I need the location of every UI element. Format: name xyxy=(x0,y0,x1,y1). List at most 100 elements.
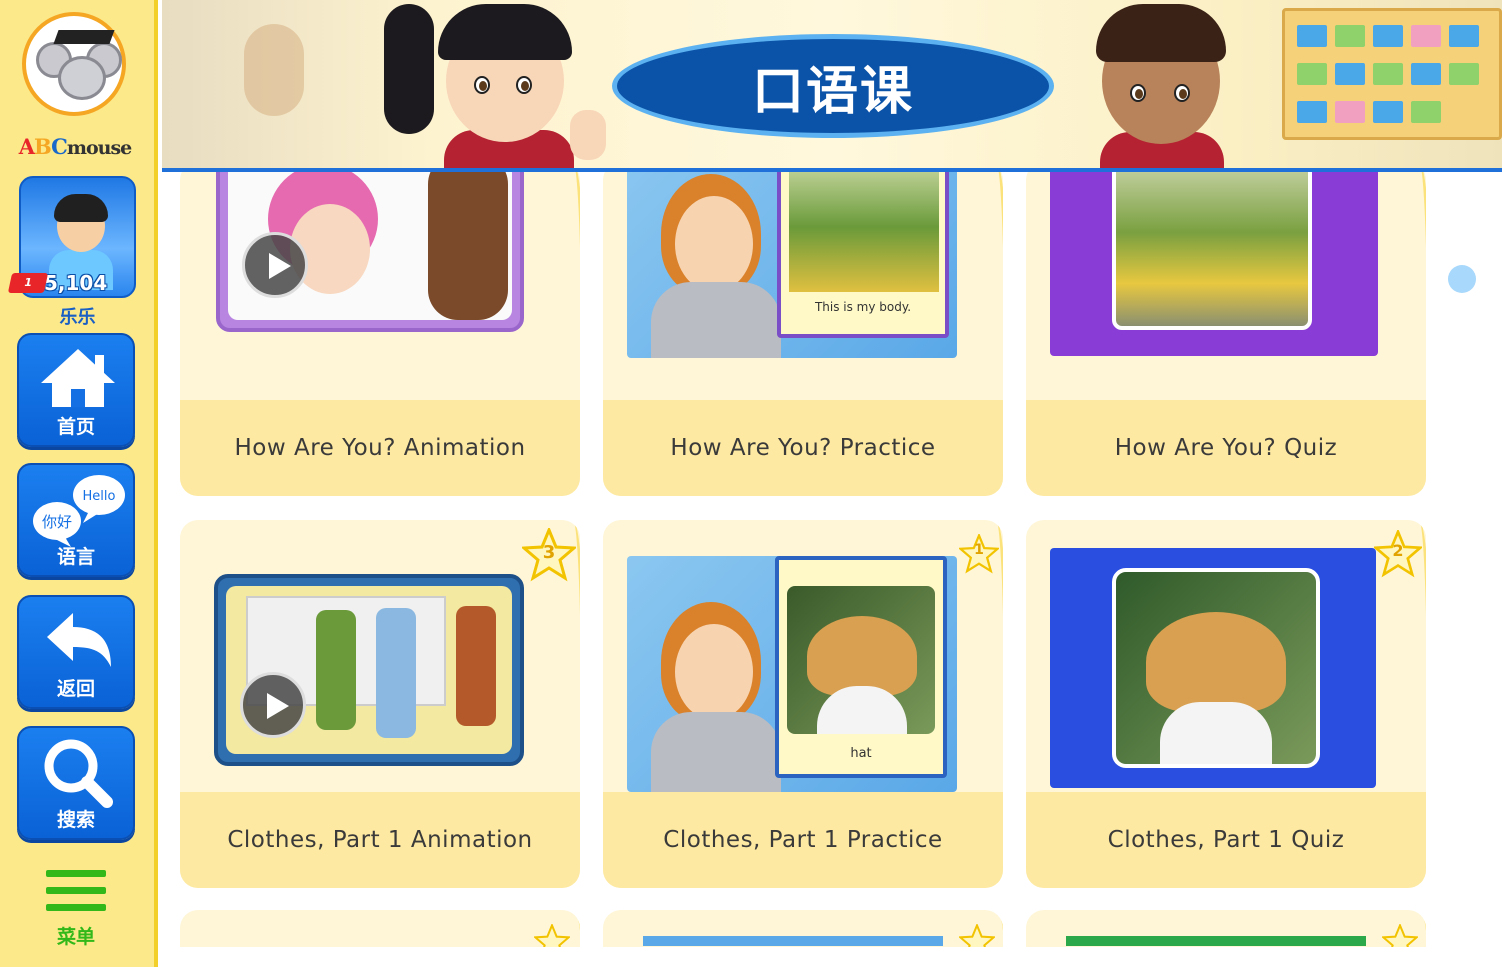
thumbnail-edge xyxy=(1066,936,1366,946)
boy-eye xyxy=(1174,84,1190,102)
language-button[interactable]: Hello 你好 语言 xyxy=(17,463,135,577)
book xyxy=(1411,25,1441,47)
girl-ponytail xyxy=(384,4,434,134)
character-hair-side xyxy=(428,172,508,320)
lesson-card-partial[interactable] xyxy=(1026,910,1426,947)
lesson-card-how-are-you-quiz[interactable]: How Are You? Quiz xyxy=(1026,172,1426,496)
teacher-face xyxy=(675,196,753,292)
card-caption-area: Clothes, Part 1 Practice xyxy=(603,792,1003,888)
lesson-card-partial[interactable] xyxy=(603,910,1003,947)
lesson-card-how-are-you-animation[interactable]: How Are You? Animation xyxy=(180,172,580,496)
lesson-card-how-are-you-practice[interactable]: This is my body. How Are You? Practice xyxy=(603,172,1003,496)
quiz-photo xyxy=(1112,172,1312,330)
thumbnail-edge xyxy=(643,936,943,946)
card-title: How Are You? Practice xyxy=(670,435,936,461)
star-count: 3 xyxy=(542,542,556,563)
card-caption-area: Clothes, Part 1 Animation xyxy=(180,792,580,888)
card-title: Clothes, Part 1 Practice xyxy=(663,827,943,853)
graduation-cap-icon xyxy=(53,30,115,44)
book-card: hat xyxy=(775,556,947,778)
girl-hair xyxy=(438,4,572,60)
menu-label: 菜单 xyxy=(56,926,95,948)
book-photo xyxy=(787,586,935,734)
card-caption-area: Clothes, Part 1 Quiz xyxy=(1026,792,1426,888)
search-label: 搜索 xyxy=(56,809,95,831)
video-thumbnail xyxy=(214,574,524,766)
practice-thumbnail: hat xyxy=(627,556,957,792)
book xyxy=(1411,63,1441,85)
book xyxy=(1373,63,1403,85)
book xyxy=(1411,101,1441,123)
video-thumbnail xyxy=(216,172,524,332)
avatar-hair xyxy=(54,194,108,222)
card-caption-area: How Are You? Practice xyxy=(603,400,1003,496)
scroll-indicator[interactable] xyxy=(1448,265,1476,293)
boy-eye xyxy=(1130,84,1146,102)
girl-character-illustration xyxy=(384,0,624,170)
boy-character-illustration xyxy=(1082,0,1242,170)
play-icon xyxy=(240,672,306,738)
lesson-card-clothes-part-1-practice[interactable]: hat 1 Clothes, Part 1 Practice xyxy=(603,520,1003,888)
logo-word-mouse: mouse xyxy=(66,137,132,159)
book xyxy=(1449,25,1479,47)
lesson-card-clothes-part-1-animation[interactable]: 3 Clothes, Part 1 Animation xyxy=(180,520,580,888)
search-icon xyxy=(44,739,113,808)
mouse-head xyxy=(58,56,106,100)
book xyxy=(1335,63,1365,85)
book-caption: hat xyxy=(850,746,872,761)
quiz-thumbnail xyxy=(1050,548,1376,788)
bookshelf-decoration xyxy=(1282,8,1502,140)
video-character xyxy=(456,606,496,726)
search-button[interactable]: 搜索 xyxy=(17,726,135,840)
home-button[interactable]: 首页 xyxy=(17,333,135,447)
star-icon xyxy=(532,922,572,947)
quiz-photo xyxy=(1112,568,1320,768)
book-photo xyxy=(789,172,939,292)
video-character xyxy=(376,608,416,738)
practice-thumbnail: This is my body. xyxy=(627,172,957,358)
user-name: 乐乐 xyxy=(59,307,96,328)
abcmouse-logo[interactable]: ABCmouse xyxy=(14,8,134,159)
card-caption-area: How Are You? Animation xyxy=(180,400,580,496)
logo-letter-c: C xyxy=(51,134,68,159)
menu-button[interactable]: 菜单 xyxy=(30,866,122,956)
points-value: 5,104 xyxy=(44,271,108,295)
home-icon xyxy=(41,349,115,407)
child-shirt xyxy=(1160,702,1272,764)
lesson-card-partial[interactable] xyxy=(180,910,580,947)
play-icon xyxy=(242,232,308,298)
menu-icon xyxy=(46,870,106,877)
logo-letter-b: B xyxy=(34,134,52,159)
guitar-decoration xyxy=(244,24,304,116)
page-title: 口语课 xyxy=(751,61,914,122)
book xyxy=(1297,25,1327,47)
menu-icon-bar xyxy=(46,887,106,894)
book xyxy=(1297,101,1327,123)
book xyxy=(1297,63,1327,85)
teacher-face xyxy=(675,624,753,720)
card-caption-area: How Are You? Quiz xyxy=(1026,400,1426,496)
logo-wordmark: ABCmouse xyxy=(10,134,140,159)
back-icon xyxy=(47,613,111,667)
book-card: This is my body. xyxy=(777,172,949,338)
card-title: How Are You? Quiz xyxy=(1114,435,1338,461)
star-icon: 2 xyxy=(1372,528,1424,578)
video-character xyxy=(316,610,356,730)
home-label: 首页 xyxy=(56,416,95,438)
star-count: 1 xyxy=(974,542,984,558)
girl-waving-hand xyxy=(570,110,606,160)
girl-eye xyxy=(474,76,490,94)
logo-emblem xyxy=(22,12,126,116)
lesson-card-clothes-part-1-quiz[interactable]: 2 Clothes, Part 1 Quiz xyxy=(1026,520,1426,888)
language-label: 语言 xyxy=(56,546,95,568)
straw-hat xyxy=(807,616,917,696)
star-icon xyxy=(957,922,997,947)
star-icon xyxy=(1380,922,1420,947)
language-icon: Hello 你好 xyxy=(33,475,125,547)
star-icon: 1 xyxy=(957,532,1001,574)
back-button[interactable]: 返回 xyxy=(17,595,135,709)
lesson-grid: How Are You? Animation This is my body. … xyxy=(162,172,1502,947)
book xyxy=(1335,25,1365,47)
card-title: How Are You? Animation xyxy=(234,435,526,461)
book xyxy=(1373,101,1403,123)
